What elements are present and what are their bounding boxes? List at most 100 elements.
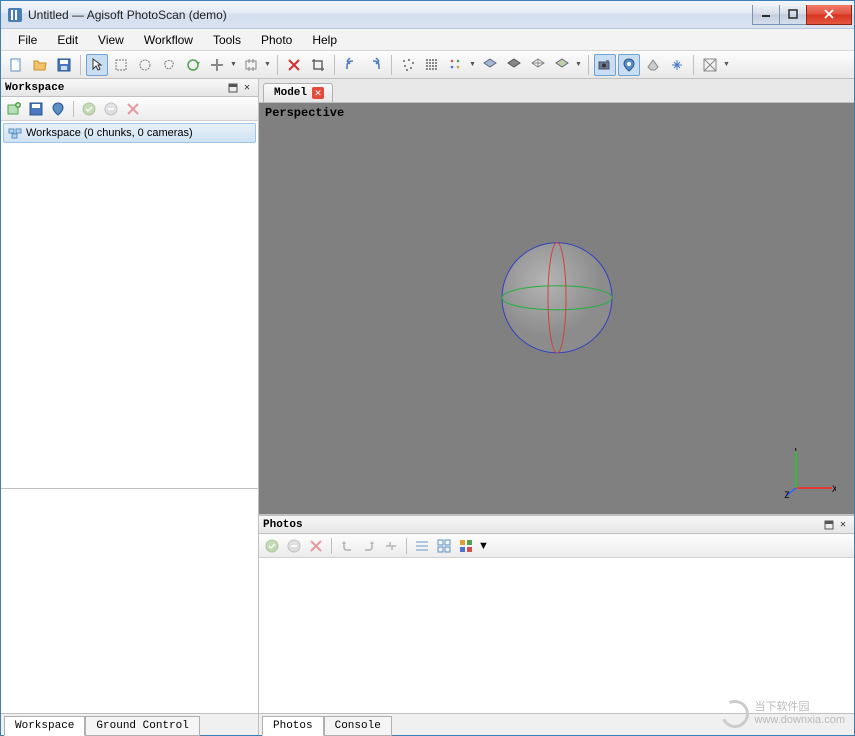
- photos-toolbar: ▼: [259, 534, 854, 558]
- tab-ground-control[interactable]: Ground Control: [85, 716, 199, 736]
- menu-help[interactable]: Help: [303, 30, 346, 50]
- details-view-button[interactable]: [412, 536, 432, 556]
- dense-classes-button[interactable]: [445, 54, 467, 76]
- region-button[interactable]: [240, 54, 262, 76]
- svg-text:Z: Z: [784, 491, 790, 500]
- trackball-gizmo: [501, 241, 613, 353]
- toolbar-separator: [331, 538, 332, 554]
- undock-icon[interactable]: [822, 518, 836, 532]
- enable-button[interactable]: [79, 99, 99, 119]
- app-icon: [7, 7, 23, 23]
- new-button[interactable]: [5, 54, 27, 76]
- workspace-title: Workspace: [5, 82, 226, 94]
- undo-button[interactable]: [340, 54, 362, 76]
- toolbar-separator: [334, 55, 335, 75]
- remove-button[interactable]: [123, 99, 143, 119]
- add-camera-button[interactable]: [48, 99, 68, 119]
- reset-view-button[interactable]: [699, 54, 721, 76]
- close-panel-icon[interactable]: ✕: [836, 518, 850, 532]
- dropdown-icon[interactable]: ▼: [230, 61, 238, 68]
- toolbar-separator: [693, 55, 694, 75]
- close-tab-icon[interactable]: ✕: [312, 87, 324, 99]
- minimize-button[interactable]: [752, 5, 780, 25]
- toolbar-separator: [588, 55, 589, 75]
- rotate-button[interactable]: [182, 54, 204, 76]
- model-solid-button[interactable]: [503, 54, 525, 76]
- menu-tools[interactable]: Tools: [204, 30, 250, 50]
- model-tabbar: Model ✕: [259, 79, 854, 103]
- photos-panel-header: Photos ✕: [259, 516, 854, 534]
- crop-button[interactable]: [307, 54, 329, 76]
- add-chunk-button[interactable]: [4, 99, 24, 119]
- right-column: Model ✕ Perspective X Y: [259, 79, 854, 735]
- workspace-tabs: Workspace Ground Control: [1, 713, 258, 735]
- dropdown-icon[interactable]: ▼: [469, 61, 477, 68]
- menu-workflow[interactable]: Workflow: [135, 30, 202, 50]
- disable-button[interactable]: [284, 536, 304, 556]
- menu-edit[interactable]: Edit: [48, 30, 87, 50]
- freeform-select-button[interactable]: [158, 54, 180, 76]
- navigate-button[interactable]: [86, 54, 108, 76]
- tab-console[interactable]: Console: [324, 716, 392, 736]
- dropdown-icon[interactable]: ▼: [478, 540, 489, 552]
- workspace-tree[interactable]: Workspace (0 chunks, 0 cameras): [1, 121, 258, 488]
- toolbar-separator: [406, 538, 407, 554]
- rotate-left-button[interactable]: [337, 536, 357, 556]
- workspace-root-item[interactable]: Workspace (0 chunks, 0 cameras): [3, 123, 256, 143]
- model-textured-button[interactable]: [551, 54, 573, 76]
- open-button[interactable]: [29, 54, 51, 76]
- circle-select-button[interactable]: [134, 54, 156, 76]
- tab-workspace[interactable]: Workspace: [4, 716, 85, 736]
- photos-tabs: Photos Console: [259, 713, 854, 735]
- dropdown-icon[interactable]: ▼: [575, 61, 583, 68]
- window-buttons: [753, 5, 852, 25]
- menu-file[interactable]: File: [9, 30, 46, 50]
- remove-button[interactable]: [306, 536, 326, 556]
- toolbar-separator: [80, 55, 81, 75]
- show-cameras-button[interactable]: [594, 54, 616, 76]
- show-region-button[interactable]: [642, 54, 664, 76]
- toolbar-separator: [391, 55, 392, 75]
- photos-body[interactable]: [259, 558, 854, 713]
- menubar: File Edit View Workflow Tools Photo Help: [1, 29, 854, 51]
- close-panel-icon[interactable]: ✕: [240, 81, 254, 95]
- rotate-right-button[interactable]: [359, 536, 379, 556]
- show-markers-button[interactable]: [618, 54, 640, 76]
- workspace-panel-header: Workspace ✕: [1, 79, 258, 97]
- delete-button[interactable]: [283, 54, 305, 76]
- undock-icon[interactable]: [226, 81, 240, 95]
- rect-select-button[interactable]: [110, 54, 132, 76]
- reset-button[interactable]: [381, 536, 401, 556]
- small-icons-button[interactable]: [434, 536, 454, 556]
- scale-button[interactable]: [206, 54, 228, 76]
- large-icons-button[interactable]: [456, 536, 476, 556]
- dense-cloud-button[interactable]: [421, 54, 443, 76]
- main-area: Workspace ✕ Workspace (0 chunks, 0 camer…: [1, 79, 854, 735]
- disable-button[interactable]: [101, 99, 121, 119]
- maximize-button[interactable]: [779, 5, 807, 25]
- menu-view[interactable]: View: [89, 30, 133, 50]
- model-wire-button[interactable]: [527, 54, 549, 76]
- point-cloud-button[interactable]: [397, 54, 419, 76]
- show-trackball-button[interactable]: [666, 54, 688, 76]
- left-column: Workspace ✕ Workspace (0 chunks, 0 camer…: [1, 79, 259, 735]
- save-button[interactable]: [53, 54, 75, 76]
- enable-button[interactable]: [262, 536, 282, 556]
- dropdown-icon[interactable]: ▼: [723, 61, 731, 68]
- close-button[interactable]: [806, 5, 852, 25]
- model-shaded-button[interactable]: [479, 54, 501, 76]
- workspace-icon: [8, 126, 22, 140]
- main-toolbar: ▼ ▼ ▼ ▼ ▼: [1, 51, 854, 79]
- menu-photo[interactable]: Photo: [252, 30, 301, 50]
- workspace-toolbar: [1, 97, 258, 121]
- projection-label: Perspective: [265, 106, 344, 120]
- svg-text:X: X: [832, 485, 836, 495]
- model-viewport[interactable]: Perspective X Y Z: [259, 103, 854, 515]
- toolbar-separator: [277, 55, 278, 75]
- redo-button[interactable]: [364, 54, 386, 76]
- tab-photos[interactable]: Photos: [262, 716, 324, 736]
- tab-model[interactable]: Model ✕: [263, 83, 333, 102]
- dropdown-icon[interactable]: ▼: [264, 61, 272, 68]
- tab-model-label: Model: [274, 87, 307, 99]
- add-photos-button[interactable]: [26, 99, 46, 119]
